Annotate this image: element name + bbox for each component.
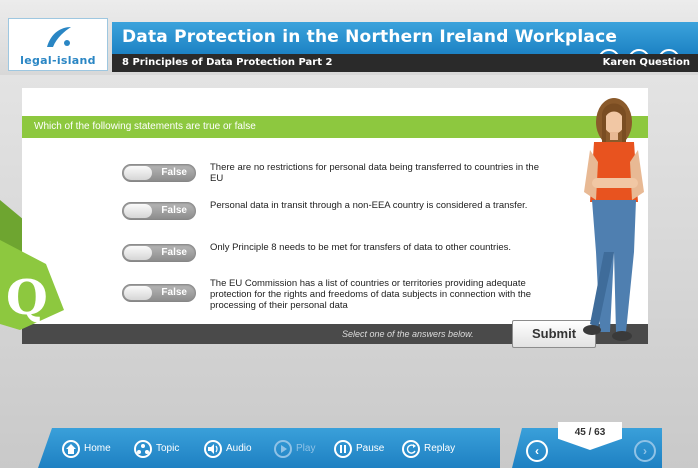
- header: legal-island Data Protection in the Nort…: [0, 0, 698, 75]
- play-icon[interactable]: [274, 440, 292, 458]
- logo-text: legal-island: [20, 54, 96, 67]
- true-false-toggle[interactable]: False: [122, 164, 196, 182]
- topic-icon[interactable]: [134, 440, 152, 458]
- bottom-nav: Home Topic Audio Play Pause Replay: [38, 428, 500, 468]
- hint-text: Select one of the answers below.: [342, 329, 474, 339]
- toggle-label: False: [161, 205, 187, 216]
- nav-audio-label: Audio: [226, 443, 252, 454]
- toggle-knob[interactable]: [124, 246, 152, 260]
- title-bar: Data Protection in the Northern Ireland …: [112, 22, 698, 71]
- toggle-knob[interactable]: [124, 166, 152, 180]
- home-icon[interactable]: [62, 440, 80, 458]
- toggle-knob[interactable]: [124, 286, 152, 300]
- nav-pause[interactable]: Pause: [334, 440, 390, 458]
- question-marker-icon: Q: [0, 240, 64, 330]
- statement-text: Only Principle 8 needs to be met for tra…: [210, 242, 511, 253]
- true-false-toggle[interactable]: False: [122, 244, 196, 262]
- true-false-toggle[interactable]: False: [122, 202, 196, 220]
- statement-text: Personal data in transit through a non-E…: [210, 200, 528, 211]
- q-letter: Q: [6, 270, 48, 326]
- user-name: Karen Question: [602, 57, 690, 68]
- statement-text: There are no restrictions for personal d…: [210, 162, 539, 184]
- nav-replay[interactable]: Replay: [402, 440, 466, 458]
- toggle-label: False: [161, 287, 187, 298]
- question-prompt: Which of the following statements are tr…: [34, 121, 256, 132]
- nav-replay-label: Replay: [424, 443, 456, 454]
- audio-icon[interactable]: [204, 440, 222, 458]
- chevron-right-icon[interactable]: ›: [634, 440, 656, 462]
- nav-home-label: Home: [84, 443, 111, 454]
- statement-text: The EU Commission has a list of countrie…: [210, 278, 532, 311]
- legal-island-logo: legal-island: [8, 18, 108, 71]
- logo-swoosh-icon: [47, 27, 71, 47]
- toggle-label: False: [161, 167, 187, 178]
- toggle-label: False: [161, 247, 187, 258]
- question-bar: Which of the following statements are tr…: [22, 116, 648, 138]
- question-marker: Q: [0, 240, 64, 335]
- presenter-image: [583, 98, 644, 341]
- nav-pause-label: Pause: [356, 443, 385, 454]
- nav-play-label: Play: [296, 443, 316, 454]
- nav-home[interactable]: Home: [62, 440, 122, 458]
- nav-topic-label: Topic: [156, 443, 180, 454]
- true-false-toggle[interactable]: False: [122, 284, 196, 302]
- toggle-knob[interactable]: [124, 204, 152, 218]
- question-panel: Which of the following statements are tr…: [22, 88, 648, 348]
- subtitle-bar: 8 Principles of Data Protection Part 2 K…: [112, 54, 698, 72]
- course-title: Data Protection in the Northern Ireland …: [122, 27, 618, 47]
- replay-icon[interactable]: [402, 440, 420, 458]
- nav-play[interactable]: Play: [274, 440, 326, 458]
- page-subtitle: 8 Principles of Data Protection Part 2: [122, 57, 333, 68]
- nav-topic[interactable]: Topic: [134, 440, 194, 458]
- page-navigator: ‹ 45 / 63 ›: [512, 422, 662, 468]
- pause-icon[interactable]: [334, 440, 352, 458]
- page-counter: 45 / 63: [574, 427, 606, 438]
- chevron-left-icon[interactable]: ‹: [526, 440, 548, 462]
- nav-audio[interactable]: Audio: [204, 440, 264, 458]
